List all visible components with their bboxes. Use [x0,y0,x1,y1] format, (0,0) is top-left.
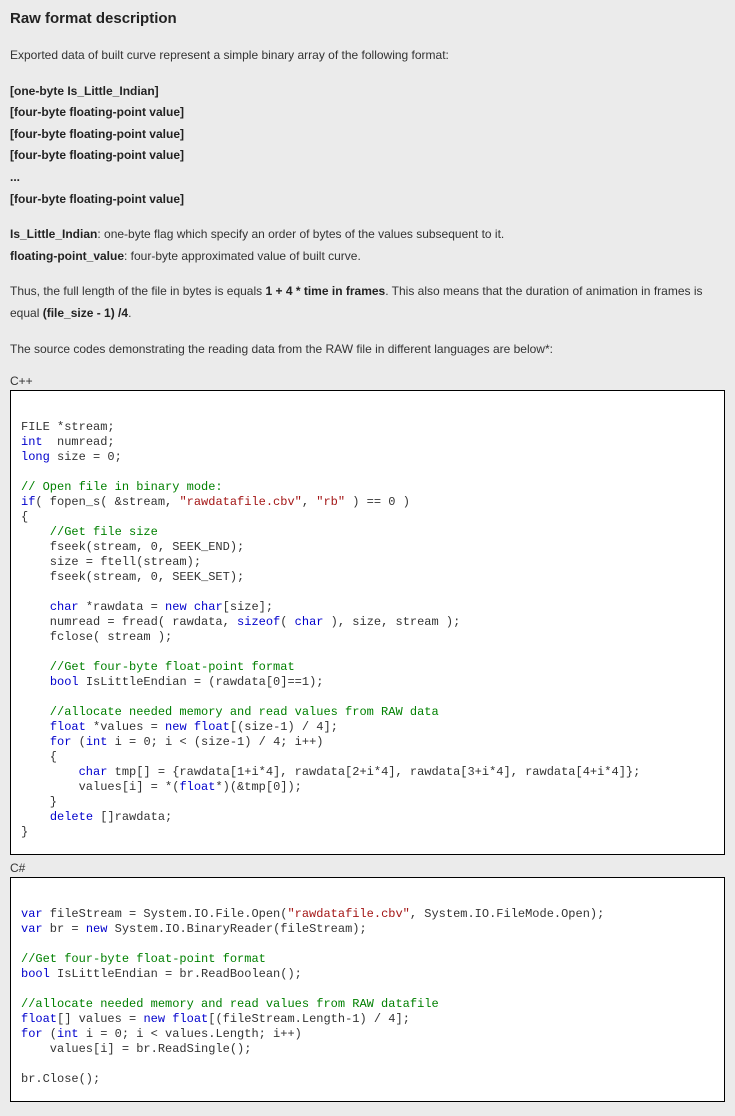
code-language-label: C++ [10,374,725,388]
length-paragraph: Thus, the full length of the file in byt… [10,281,725,324]
source-intro-paragraph: The source codes demonstrating the readi… [10,339,725,361]
definition-row: Is_Little_Indian: one-byte flag which sp… [10,224,725,246]
format-line: [four-byte floating-point value] [10,124,725,146]
length-text: . [128,306,131,320]
length-formula: (file_size - 1) /4 [43,306,128,320]
format-line: [four-byte floating-point value] [10,145,725,167]
format-line: [four-byte floating-point value] [10,189,725,211]
format-structure-list: [one-byte Is_Little_Indian][four-byte fl… [10,81,725,211]
code-block: FILE *stream; int numread; long size = 0… [10,390,725,855]
field-definitions: Is_Little_Indian: one-byte flag which sp… [10,224,725,267]
intro-paragraph: Exported data of built curve represent a… [10,45,725,67]
code-block: var fileStream = System.IO.File.Open("ra… [10,877,725,1102]
length-formula: 1 + 4 * time in frames [265,284,385,298]
definition-desc: : one-byte flag which specify an order o… [97,227,504,241]
format-line: [four-byte floating-point value] [10,102,725,124]
definition-desc: : four-byte approximated value of built … [124,249,361,263]
definition-row: floating-point_value: four-byte approxim… [10,246,725,268]
definition-term: Is_Little_Indian [10,227,97,241]
page-title: Raw format description [10,10,725,27]
format-line: ... [10,167,725,189]
definition-term: floating-point_value [10,249,124,263]
length-text: Thus, the full length of the file in byt… [10,284,265,298]
code-language-label: C# [10,861,725,875]
format-line: [one-byte Is_Little_Indian] [10,81,725,103]
